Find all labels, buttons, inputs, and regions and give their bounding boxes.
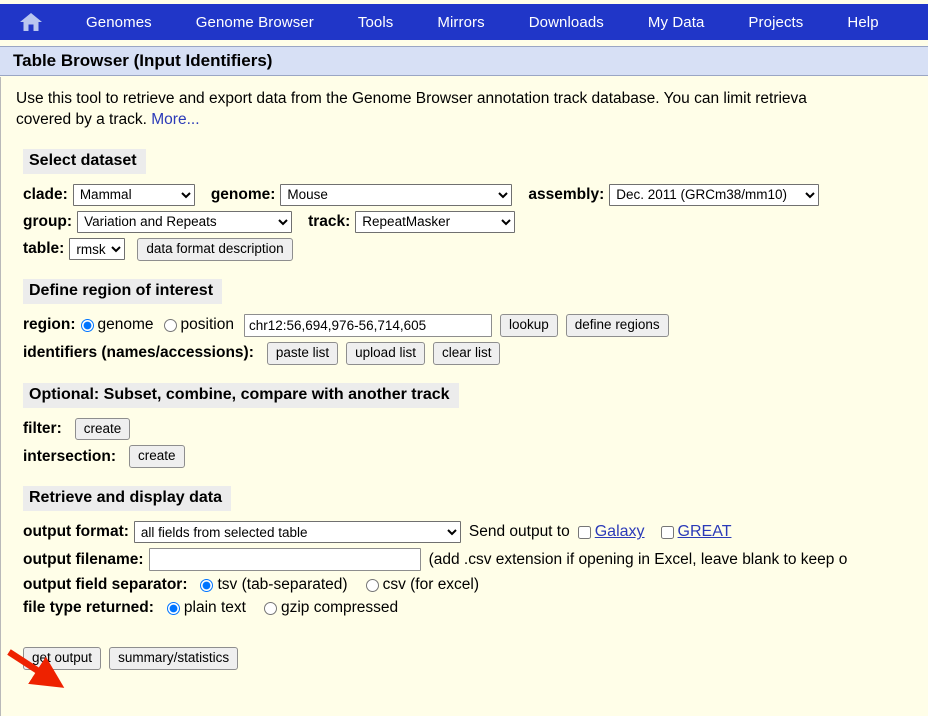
define-regions-button[interactable]: define regions: [565, 313, 669, 337]
plain-text-radio[interactable]: [166, 601, 180, 615]
table-row: table: rmsk data format description: [23, 237, 928, 261]
group-track-row: group: Variation and Repeats track: Repe…: [23, 210, 928, 233]
assembly-select[interactable]: Dec. 2011 (GRCm38/mm10): [609, 183, 820, 206]
csv-radio-group[interactable]: csv (for excel): [365, 576, 481, 594]
home-button[interactable]: [0, 11, 62, 33]
table-select[interactable]: rmsk: [69, 238, 126, 261]
main-content: Use this tool to retrieve and export dat…: [0, 77, 928, 716]
intersection-create-button[interactable]: create: [129, 445, 185, 469]
region-position-radio[interactable]: [163, 318, 177, 332]
filter-label: filter:: [23, 419, 62, 437]
file-type-row: file type returned: plain text gzip comp…: [23, 599, 928, 617]
clade-genome-assembly-row: clade: Mammal genome: Mouse assembly: De…: [23, 183, 928, 206]
assembly-label: assembly:: [528, 185, 605, 203]
nav-item-projects[interactable]: Projects: [748, 14, 803, 31]
gzip-radio-group[interactable]: gzip compressed: [263, 599, 400, 617]
intersection-label: intersection:: [23, 447, 117, 465]
tsv-label: tsv (tab-separated): [217, 576, 348, 594]
region-row: region: genome position lookup define re…: [23, 313, 928, 337]
tsv-radio-group[interactable]: tsv (tab-separated): [200, 576, 349, 594]
intersection-row: intersection: create: [23, 445, 928, 469]
field-separator-row: output field separator: tsv (tab-separat…: [23, 576, 928, 594]
region-position-label: position: [180, 316, 234, 334]
group-label: group:: [23, 212, 73, 230]
clade-label: clade:: [23, 185, 68, 203]
region-position-radio-group[interactable]: position: [163, 316, 236, 334]
output-format-row: output format: all fields from selected …: [23, 521, 928, 544]
plain-text-radio-group[interactable]: plain text: [166, 599, 248, 617]
table-browser-page: Genomes Genome Browser Tools Mirrors Dow…: [0, 0, 928, 716]
file-type-label: file type returned:: [23, 599, 154, 617]
nav-item-genome-browser[interactable]: Genome Browser: [196, 14, 314, 31]
lookup-button[interactable]: lookup: [499, 313, 558, 337]
output-format-select[interactable]: all fields from selected table: [133, 521, 461, 544]
table-label: table:: [23, 240, 65, 258]
field-separator-label: output field separator:: [23, 576, 188, 594]
upload-list-button[interactable]: upload list: [346, 341, 425, 365]
group-select[interactable]: Variation and Repeats: [77, 210, 293, 233]
genome-label: genome:: [210, 185, 276, 203]
track-select[interactable]: RepeatMasker: [355, 210, 516, 233]
region-label: region:: [23, 316, 76, 334]
send-output-label: Send output to: [468, 523, 570, 541]
intro-text: Use this tool to retrieve and export dat…: [1, 77, 928, 131]
output-filename-label: output filename:: [23, 550, 144, 568]
summary-statistics-button[interactable]: summary/statistics: [109, 647, 239, 671]
nav-item-genomes[interactable]: Genomes: [86, 14, 152, 31]
define-region-section: Define region of interest region: genome…: [1, 278, 928, 365]
home-icon: [20, 13, 42, 31]
galaxy-link[interactable]: Galaxy: [595, 523, 645, 541]
gzip-radio[interactable]: [263, 601, 277, 615]
identifiers-label: identifiers (names/accessions):: [23, 344, 254, 362]
tsv-radio[interactable]: [200, 578, 214, 592]
output-filename-row: output filename: (add .csv extension if …: [23, 548, 928, 572]
retrieve-heading: Retrieve and display data: [23, 486, 231, 512]
identifiers-row: identifiers (names/accessions): paste li…: [23, 341, 928, 365]
csv-label: csv (for excel): [382, 576, 480, 594]
select-dataset-section: Select dataset clade: Mammal genome: Mou…: [1, 148, 928, 261]
galaxy-checkbox[interactable]: [577, 525, 591, 539]
nav-item-tools[interactable]: Tools: [358, 14, 394, 31]
action-buttons-row: get output summary/statistics: [23, 647, 928, 671]
filter-create-button[interactable]: create: [74, 417, 131, 441]
page-title: Table Browser (Input Identifiers): [13, 51, 273, 70]
plain-text-label: plain text: [183, 599, 246, 617]
define-region-heading: Define region of interest: [23, 278, 223, 304]
gzip-label: gzip compressed: [280, 599, 399, 617]
nav-item-my-data[interactable]: My Data: [648, 14, 705, 31]
data-format-description-button[interactable]: data format description: [137, 237, 293, 261]
retrieve-section: Retrieve and display data output format:…: [1, 486, 928, 671]
output-filename-hint: (add .csv extension if opening in Excel,…: [428, 550, 848, 568]
output-format-label: output format:: [23, 523, 129, 541]
filter-row: filter: create: [23, 417, 928, 441]
page-title-band: Table Browser (Input Identifiers): [0, 46, 928, 76]
great-checkbox[interactable]: [660, 525, 674, 539]
intro-line-1: Use this tool to retrieve and export dat…: [16, 90, 807, 107]
top-navigation-bar: Genomes Genome Browser Tools Mirrors Dow…: [0, 4, 928, 40]
csv-radio[interactable]: [365, 578, 379, 592]
nav-item-downloads[interactable]: Downloads: [529, 14, 604, 31]
more-link[interactable]: More...: [151, 111, 199, 128]
position-input[interactable]: [243, 313, 492, 337]
great-link[interactable]: GREAT: [678, 523, 732, 541]
clade-select[interactable]: Mammal: [72, 183, 195, 206]
track-label: track:: [308, 212, 351, 230]
output-filename-input[interactable]: [148, 548, 421, 572]
genome-select[interactable]: Mouse: [280, 183, 513, 206]
region-genome-radio[interactable]: [80, 318, 94, 332]
region-genome-radio-group[interactable]: genome: [80, 316, 156, 334]
intro-line-2-text: covered by a track.: [16, 110, 152, 128]
intro-line-2: covered by a track. More...: [16, 110, 928, 131]
optional-heading: Optional: Subset, combine, compare with …: [23, 382, 459, 408]
paste-list-button[interactable]: paste list: [266, 341, 339, 365]
region-genome-label: genome: [97, 316, 154, 334]
nav-item-mirrors[interactable]: Mirrors: [437, 14, 484, 31]
nav-item-help[interactable]: Help: [847, 14, 878, 31]
clear-list-button[interactable]: clear list: [432, 341, 501, 365]
select-dataset-heading: Select dataset: [23, 148, 146, 174]
optional-section: Optional: Subset, combine, compare with …: [1, 382, 928, 469]
get-output-button[interactable]: get output: [23, 647, 102, 671]
